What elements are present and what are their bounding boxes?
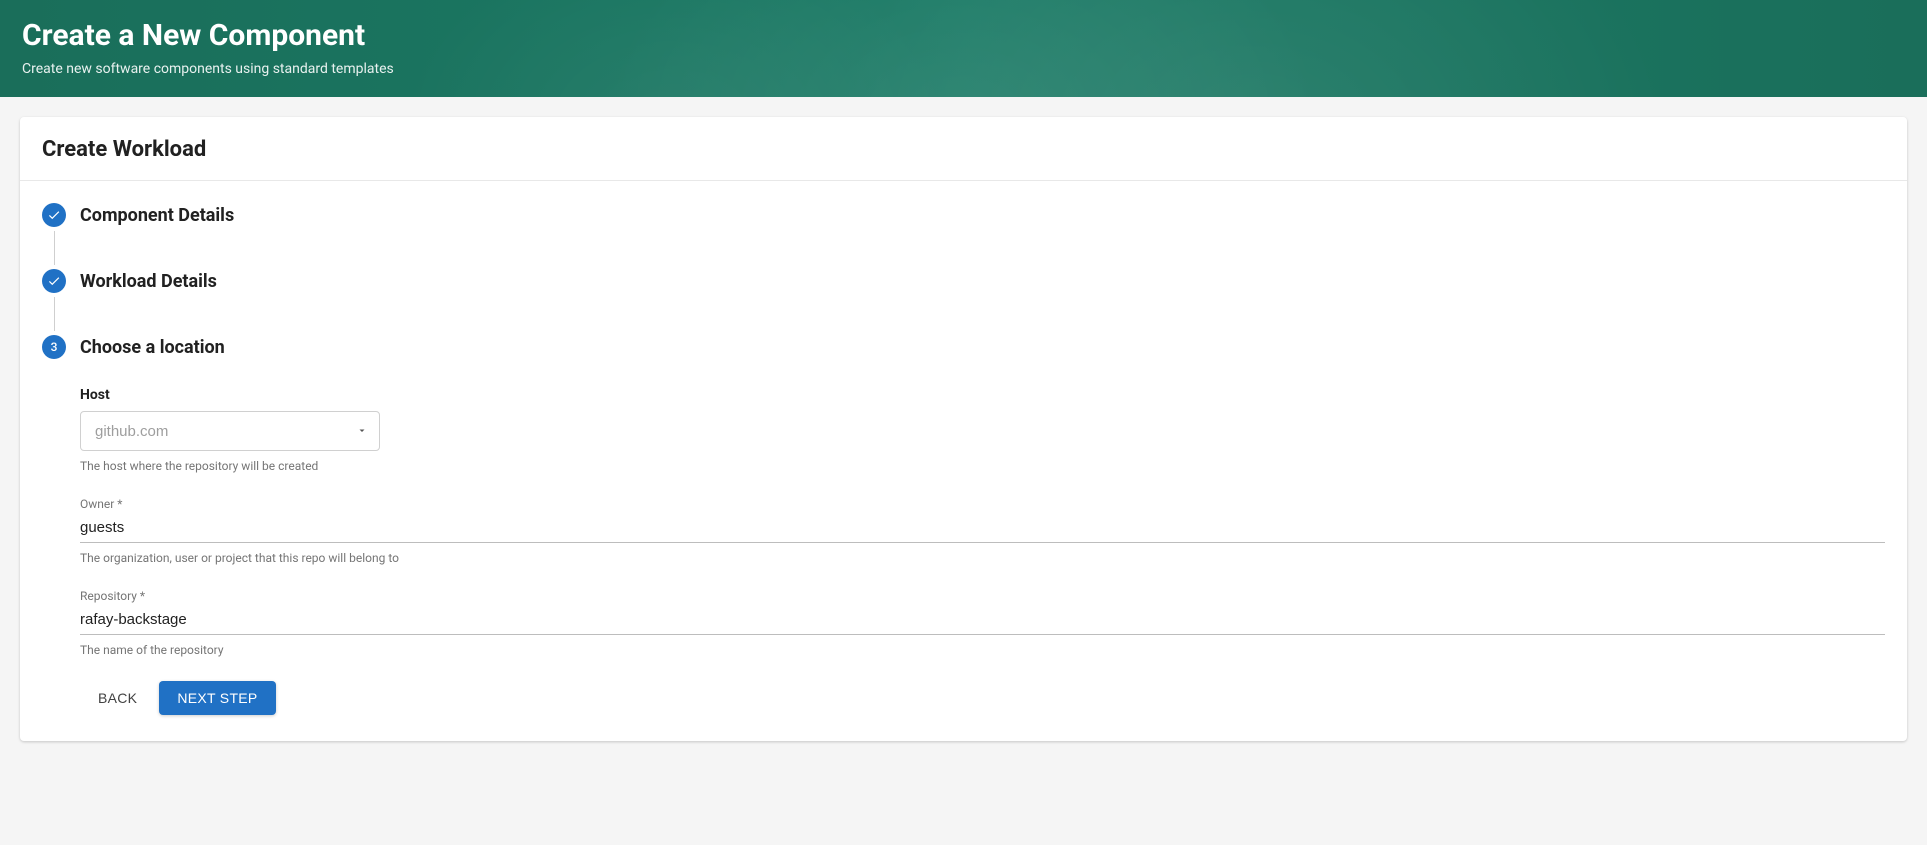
back-button[interactable]: BACK: [92, 682, 143, 714]
field-host: Host The host where the repository will …: [80, 387, 1885, 473]
page-subtitle: Create new software components using sta…: [22, 61, 1905, 77]
owner-input[interactable]: [80, 513, 1885, 543]
step-number-icon: 3: [42, 335, 66, 359]
stepper: Component Details Workload Details 3 Cho…: [20, 181, 1907, 741]
card-title: Create Workload: [20, 117, 1907, 181]
step-connector: [54, 297, 55, 331]
step-choose-location: 3 Choose a location Host The host where …: [42, 335, 1885, 715]
step-label: Component Details: [80, 205, 234, 226]
step-header[interactable]: 3 Choose a location: [42, 335, 1885, 359]
step-component-details: Component Details: [42, 203, 1885, 227]
check-icon: [42, 269, 66, 293]
step-number: 3: [51, 340, 58, 354]
step-connector: [54, 231, 55, 265]
step-workload-details: Workload Details: [42, 269, 1885, 293]
host-helper: The host where the repository will be cr…: [80, 459, 1885, 473]
main-card: Create Workload Component Details Worklo…: [20, 117, 1907, 741]
repository-input[interactable]: [80, 605, 1885, 635]
field-owner: Owner * The organization, user or projec…: [80, 497, 1885, 565]
page-title: Create a New Component: [22, 18, 1905, 53]
check-icon: [42, 203, 66, 227]
page-header: Create a New Component Create new softwa…: [0, 0, 1927, 97]
step-label: Workload Details: [80, 271, 217, 292]
host-select-wrap: [80, 411, 380, 451]
repository-label: Repository *: [80, 589, 1885, 603]
step-content: Host The host where the repository will …: [42, 359, 1885, 715]
field-repository: Repository * The name of the repository: [80, 589, 1885, 657]
step-header[interactable]: Workload Details: [42, 269, 1885, 293]
step-header[interactable]: Component Details: [42, 203, 1885, 227]
action-row: BACK NEXT STEP: [80, 681, 1885, 715]
owner-label: Owner *: [80, 497, 1885, 511]
repository-helper: The name of the repository: [80, 643, 1885, 657]
next-step-button[interactable]: NEXT STEP: [159, 681, 275, 715]
host-select[interactable]: [80, 411, 380, 451]
host-label: Host: [80, 387, 1885, 403]
owner-helper: The organization, user or project that t…: [80, 551, 1885, 565]
step-label: Choose a location: [80, 337, 225, 358]
